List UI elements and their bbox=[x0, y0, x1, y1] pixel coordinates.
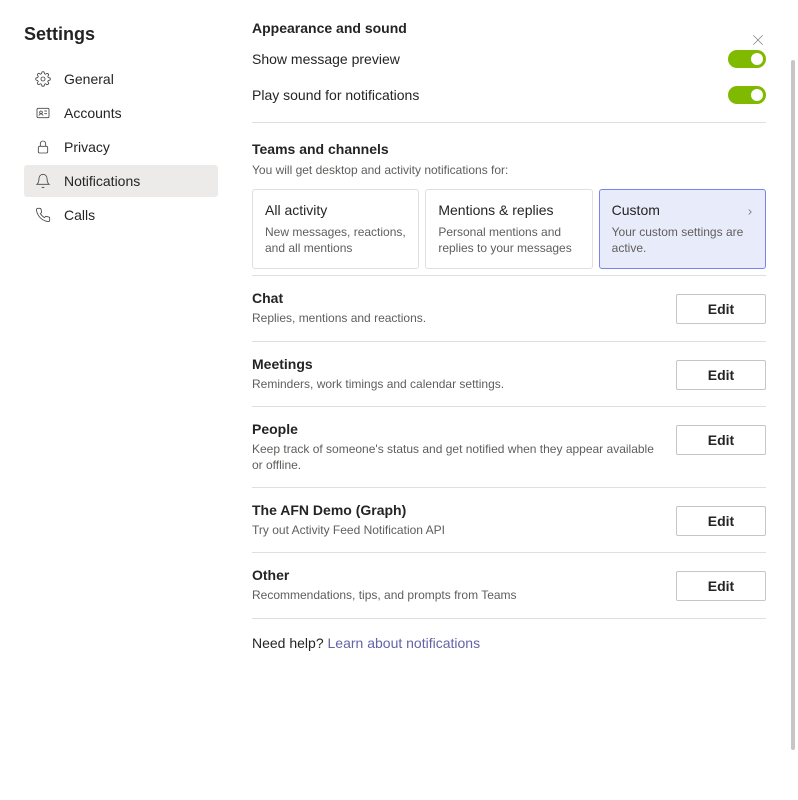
setting-afn-demo: The AFN Demo (Graph) Try out Activity Fe… bbox=[252, 487, 766, 552]
card-title: Custom bbox=[612, 202, 753, 218]
sidebar-item-privacy[interactable]: Privacy bbox=[24, 131, 218, 163]
card-mentions-replies[interactable]: Mentions & replies Personal mentions and… bbox=[425, 189, 592, 269]
sidebar: Settings General Accounts Privacy bbox=[0, 0, 230, 800]
sidebar-item-label: Privacy bbox=[64, 139, 110, 155]
card-custom[interactable]: Custom Your custom settings are active. bbox=[599, 189, 766, 269]
setting-desc: Try out Activity Feed Notification API bbox=[252, 522, 656, 538]
edit-chat-button[interactable]: Edit bbox=[676, 294, 766, 324]
teams-desc: You will get desktop and activity notifi… bbox=[252, 163, 766, 177]
appearance-heading: Appearance and sound bbox=[252, 20, 766, 36]
setting-title: Other bbox=[252, 567, 656, 583]
sidebar-item-notifications[interactable]: Notifications bbox=[24, 165, 218, 197]
setting-chat: Chat Replies, mentions and reactions. Ed… bbox=[252, 275, 766, 340]
sidebar-item-label: Accounts bbox=[64, 105, 122, 121]
edit-people-button[interactable]: Edit bbox=[676, 425, 766, 455]
setting-title: Chat bbox=[252, 290, 656, 306]
settings-nav: General Accounts Privacy Notifications bbox=[24, 63, 218, 231]
setting-title: People bbox=[252, 421, 656, 437]
scrollbar[interactable] bbox=[791, 60, 795, 750]
sidebar-item-calls[interactable]: Calls bbox=[24, 199, 218, 231]
setting-desc: Reminders, work timings and calendar set… bbox=[252, 376, 656, 392]
setting-desc: Recommendations, tips, and prompts from … bbox=[252, 587, 656, 603]
setting-other: Other Recommendations, tips, and prompts… bbox=[252, 552, 766, 617]
edit-other-button[interactable]: Edit bbox=[676, 571, 766, 601]
edit-meetings-button[interactable]: Edit bbox=[676, 360, 766, 390]
sidebar-item-label: Notifications bbox=[64, 173, 140, 189]
card-title: Mentions & replies bbox=[438, 202, 579, 218]
setting-title: The AFN Demo (Graph) bbox=[252, 502, 656, 518]
show-preview-row: Show message preview bbox=[252, 50, 766, 68]
accounts-icon bbox=[34, 104, 52, 122]
phone-icon bbox=[34, 206, 52, 224]
setting-desc: Keep track of someone's status and get n… bbox=[252, 441, 656, 473]
teams-heading: Teams and channels bbox=[252, 141, 766, 157]
play-sound-label: Play sound for notifications bbox=[252, 87, 419, 103]
sidebar-item-general[interactable]: General bbox=[24, 63, 218, 95]
help-row: Need help? Learn about notifications bbox=[252, 618, 766, 667]
card-title: All activity bbox=[265, 202, 406, 218]
edit-afn-button[interactable]: Edit bbox=[676, 506, 766, 536]
show-preview-label: Show message preview bbox=[252, 51, 400, 67]
card-desc: Personal mentions and replies to your me… bbox=[438, 224, 579, 256]
card-desc: New messages, reactions, and all mention… bbox=[265, 224, 406, 256]
main-content: Appearance and sound Show message previe… bbox=[230, 0, 798, 800]
setting-title: Meetings bbox=[252, 356, 656, 372]
learn-notifications-link[interactable]: Learn about notifications bbox=[328, 635, 481, 651]
gear-icon bbox=[34, 70, 52, 88]
sidebar-item-accounts[interactable]: Accounts bbox=[24, 97, 218, 129]
chevron-right-icon bbox=[745, 204, 755, 220]
setting-meetings: Meetings Reminders, work timings and cal… bbox=[252, 341, 766, 406]
play-sound-row: Play sound for notifications bbox=[252, 86, 766, 104]
close-button[interactable] bbox=[746, 28, 770, 52]
setting-people: People Keep track of someone's status an… bbox=[252, 406, 766, 487]
bell-icon bbox=[34, 172, 52, 190]
page-title: Settings bbox=[24, 24, 218, 45]
sidebar-item-label: Calls bbox=[64, 207, 95, 223]
help-prefix: Need help? bbox=[252, 635, 328, 651]
show-preview-toggle[interactable] bbox=[728, 50, 766, 68]
lock-icon bbox=[34, 138, 52, 156]
divider bbox=[252, 122, 766, 123]
sidebar-item-label: General bbox=[64, 71, 114, 87]
notification-scope-cards: All activity New messages, reactions, an… bbox=[252, 189, 766, 269]
play-sound-toggle[interactable] bbox=[728, 86, 766, 104]
card-all-activity[interactable]: All activity New messages, reactions, an… bbox=[252, 189, 419, 269]
card-desc: Your custom settings are active. bbox=[612, 224, 753, 256]
setting-desc: Replies, mentions and reactions. bbox=[252, 310, 656, 326]
